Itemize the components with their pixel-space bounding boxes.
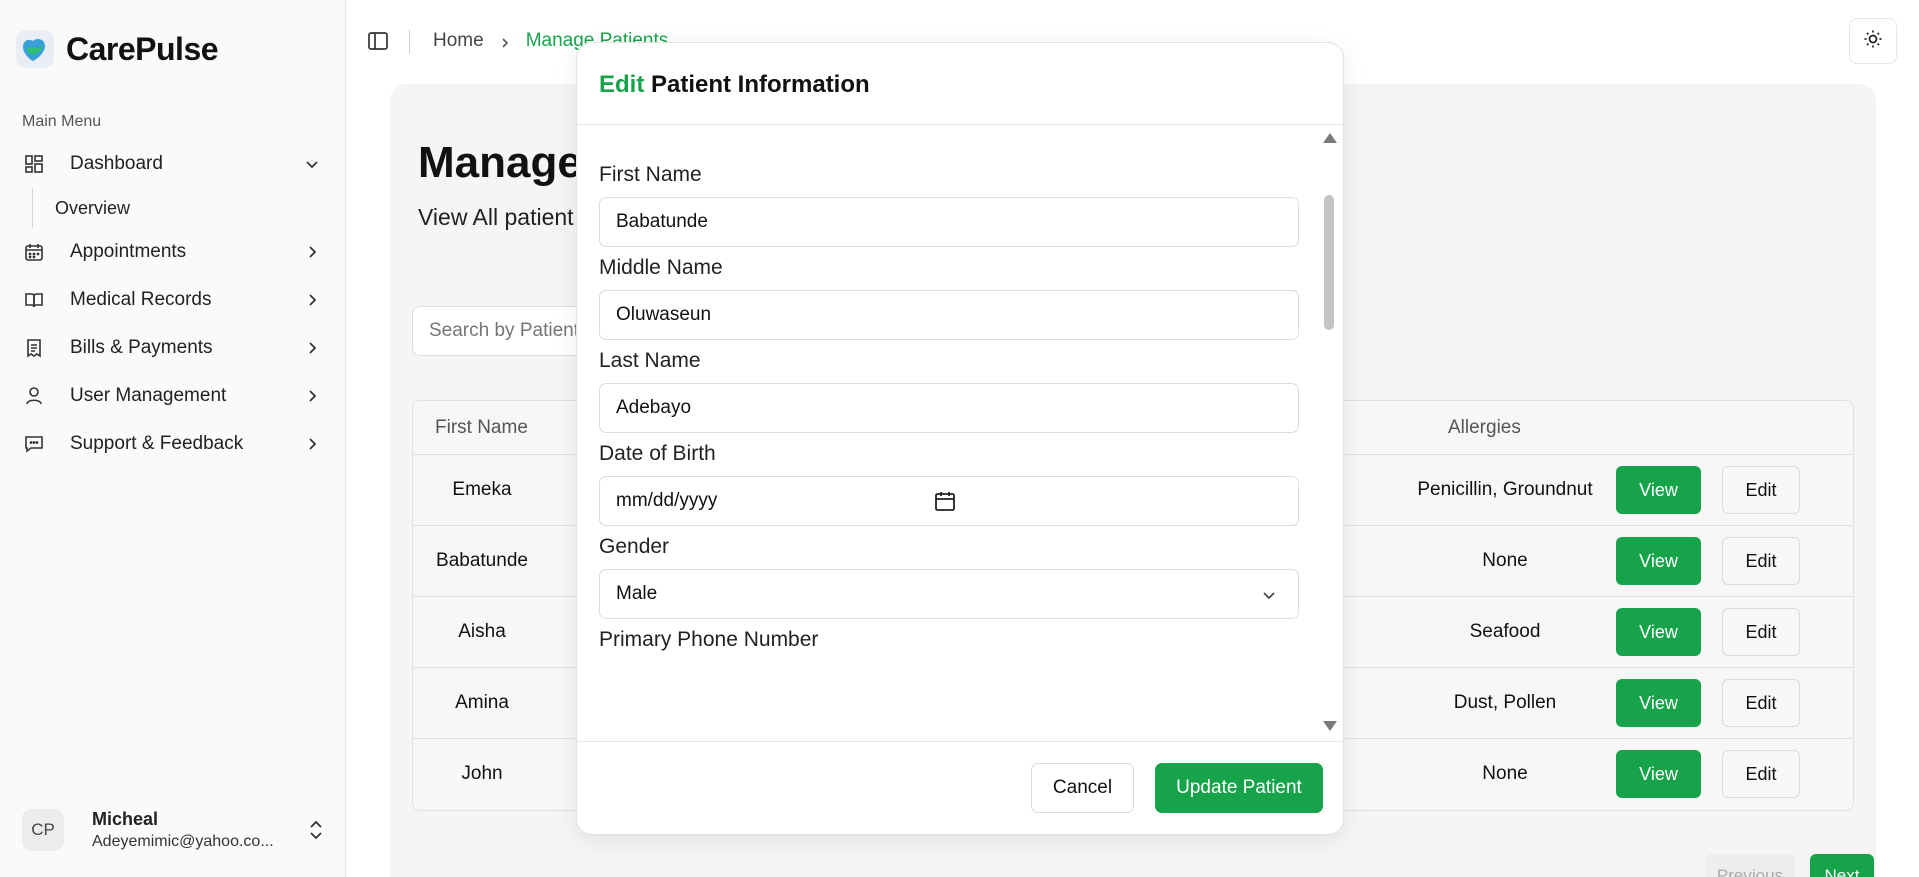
theme-toggle-button[interactable] bbox=[1849, 18, 1897, 64]
chevron-up-down-icon[interactable] bbox=[306, 818, 326, 842]
cell-allergies: Seafood bbox=[1469, 621, 1541, 642]
modal-scrollbar[interactable] bbox=[1321, 129, 1339, 735]
update-patient-button[interactable]: Update Patient bbox=[1155, 763, 1323, 813]
divider bbox=[577, 741, 1343, 742]
avatar: CP bbox=[22, 809, 64, 851]
first-name-label: First Name bbox=[599, 163, 702, 186]
sidebar-item-label: Medical Records bbox=[70, 289, 212, 310]
last-name-field[interactable]: Adebayo bbox=[599, 383, 1299, 433]
user-profile[interactable]: CP Micheal Adeyemimic@yahoo.co... bbox=[22, 806, 326, 854]
scrollbar-thumb[interactable] bbox=[1324, 195, 1334, 330]
cancel-button[interactable]: Cancel bbox=[1031, 763, 1134, 813]
sidebar-item-bills-payments[interactable]: Bills & Payments bbox=[0, 324, 345, 372]
view-button[interactable]: View bbox=[1616, 750, 1701, 798]
scroll-down-arrow-icon[interactable] bbox=[1323, 721, 1337, 731]
chevron-right-icon bbox=[303, 339, 321, 357]
chevron-right-icon bbox=[498, 34, 512, 48]
cell-first-name: Amina bbox=[455, 692, 509, 713]
sidebar-subitem-overview[interactable]: Overview bbox=[32, 188, 345, 228]
chevron-right-icon bbox=[303, 435, 321, 453]
chevron-right-icon bbox=[303, 387, 321, 405]
carepulse-logo-icon bbox=[16, 30, 54, 68]
cell-allergies: Dust, Pollen bbox=[1453, 692, 1557, 713]
sidebar-item-dashboard[interactable]: Dashboard bbox=[0, 140, 345, 188]
brand[interactable]: CarePulse bbox=[16, 30, 219, 68]
chevron-down-icon bbox=[303, 155, 321, 173]
cell-allergies: None bbox=[1482, 763, 1528, 784]
sun-icon bbox=[1863, 29, 1883, 54]
chevron-down-icon bbox=[1260, 586, 1278, 604]
dashboard-icon bbox=[22, 152, 46, 176]
sidebar-item-appointments[interactable]: Appointments bbox=[0, 228, 345, 276]
sidebar-item-user-management[interactable]: User Management bbox=[0, 372, 345, 420]
cell-first-name: Babatunde bbox=[436, 550, 528, 571]
calendar-icon[interactable] bbox=[933, 489, 957, 513]
sidebar-item-label: Bills & Payments bbox=[70, 337, 213, 358]
cell-first-name: Aisha bbox=[458, 621, 506, 642]
sidebar-nav: Dashboard Overview Appointments Medical … bbox=[0, 140, 345, 468]
cell-first-name: Emeka bbox=[452, 479, 512, 500]
divider bbox=[409, 30, 410, 54]
sidebar-toggle-icon[interactable] bbox=[367, 30, 391, 54]
sidebar-item-support-feedback[interactable]: Support & Feedback bbox=[0, 420, 345, 468]
chevron-right-icon bbox=[303, 291, 321, 309]
cell-first-name: John bbox=[461, 763, 503, 784]
date-of-birth-label: Date of Birth bbox=[599, 442, 716, 465]
gender-value: Male bbox=[616, 583, 658, 604]
date-placeholder: mm/dd/yyyy bbox=[616, 490, 718, 511]
modal-title: Edit Patient Information bbox=[599, 71, 870, 99]
book-icon bbox=[22, 288, 46, 312]
middle-name-label: Middle Name bbox=[599, 256, 723, 279]
gender-label: Gender bbox=[599, 535, 670, 558]
column-header-allergies: Allergies bbox=[1448, 417, 1521, 438]
date-of-birth-field[interactable]: mm/dd/yyyy bbox=[599, 476, 1299, 526]
last-name-label: Last Name bbox=[599, 349, 701, 372]
first-name-field[interactable]: Babatunde bbox=[599, 197, 1299, 247]
cell-allergies: None bbox=[1482, 550, 1528, 571]
user-email: Adeyemimic@yahoo.co... bbox=[92, 833, 274, 850]
calendar-icon bbox=[22, 240, 46, 264]
edit-patient-modal: Edit Patient Information First Name Baba… bbox=[576, 42, 1344, 835]
view-button[interactable]: View bbox=[1616, 537, 1701, 585]
receipt-icon bbox=[22, 336, 46, 360]
patient-form: First Name Babatunde Middle Name Oluwase… bbox=[599, 125, 1299, 741]
chevron-right-icon bbox=[303, 243, 321, 261]
previous-page-button[interactable]: Previous bbox=[1705, 854, 1795, 877]
next-page-button[interactable]: Next bbox=[1810, 854, 1874, 877]
edit-button[interactable]: Edit bbox=[1722, 679, 1800, 727]
edit-button[interactable]: Edit bbox=[1722, 537, 1800, 585]
view-button[interactable]: View bbox=[1616, 466, 1701, 514]
sidebar-item-label: Appointments bbox=[70, 241, 187, 262]
user-icon bbox=[22, 384, 46, 408]
edit-button[interactable]: Edit bbox=[1722, 466, 1800, 514]
breadcrumb-home[interactable]: Home bbox=[433, 30, 484, 52]
cell-allergies: Penicillin, Groundnut bbox=[1417, 479, 1593, 500]
primary-phone-label: Primary Phone Number bbox=[599, 628, 819, 651]
sidebar-item-medical-records[interactable]: Medical Records bbox=[0, 276, 345, 324]
middle-name-field[interactable]: Oluwaseun bbox=[599, 290, 1299, 340]
scroll-up-arrow-icon[interactable] bbox=[1323, 133, 1337, 143]
sidebar-item-label: User Management bbox=[70, 385, 227, 406]
user-name: Micheal bbox=[92, 809, 159, 829]
sidebar: CarePulse Main Menu Dashboard Overview A… bbox=[0, 0, 346, 877]
sidebar-item-label: Dashboard bbox=[70, 153, 163, 174]
gender-select[interactable]: Male bbox=[599, 569, 1299, 619]
edit-button[interactable]: Edit bbox=[1722, 608, 1800, 656]
modal-title-accent: Edit bbox=[599, 71, 645, 98]
page-title: Manage bbox=[418, 138, 582, 187]
modal-title-rest: Patient Information bbox=[651, 71, 870, 98]
column-header-first-name: First Name bbox=[435, 417, 528, 438]
sidebar-item-label: Support & Feedback bbox=[70, 433, 244, 454]
view-button[interactable]: View bbox=[1616, 679, 1701, 727]
view-button[interactable]: View bbox=[1616, 608, 1701, 656]
message-icon bbox=[22, 432, 46, 456]
page-subtitle: View All patient bbox=[418, 204, 574, 230]
main-menu-label: Main Menu bbox=[22, 113, 102, 130]
brand-name: CarePulse bbox=[66, 30, 219, 67]
edit-button[interactable]: Edit bbox=[1722, 750, 1800, 798]
